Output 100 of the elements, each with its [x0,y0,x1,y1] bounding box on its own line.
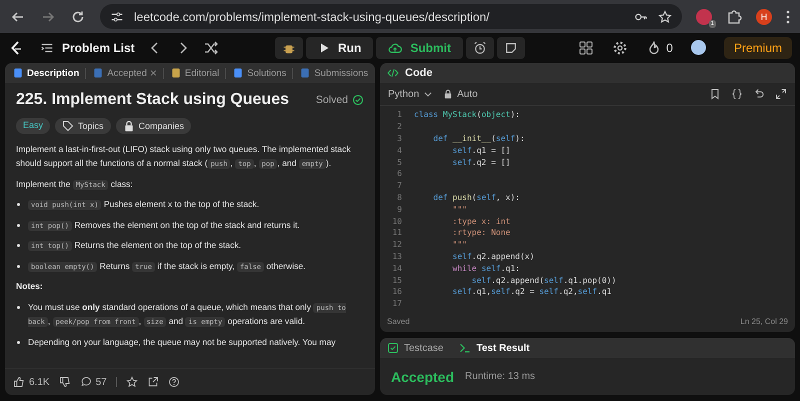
help-icon[interactable] [168,376,180,388]
line-number: 9 [396,204,403,214]
tab-icon [92,67,104,79]
panel-tab[interactable]: Solutions [232,67,286,79]
code-line: self.q1,self.q2 = self.q2,self.q1 [452,287,612,296]
cloud-upload-icon [388,40,402,54]
premium-button[interactable]: Premium [724,36,792,58]
line-number: 1 [396,110,403,120]
line-number: 3 [396,134,403,143]
line-number: 16 [391,287,403,296]
run-button[interactable]: Run [306,36,374,58]
code-panel-title: Code [405,67,432,79]
line-number: 4 [396,146,403,155]
solved-label: Solved [316,94,348,106]
code-line: """ [452,204,467,214]
auto-mode-button[interactable]: Auto [443,88,478,100]
code-line: class MyStack(object): [414,110,520,120]
problem-list-button[interactable]: Problem List [40,40,135,54]
panel-tab[interactable]: Description [12,67,80,79]
braces-icon[interactable] [731,88,743,100]
undo-icon[interactable] [753,88,765,100]
code-line: def __init__(self): [432,134,525,143]
lock-icon [443,89,454,99]
notes-heading: Notes: [16,280,44,294]
line-number: 7 [396,181,403,190]
runtime-text: Runtime: 13 ms [465,371,536,382]
shuffle-icon[interactable] [202,40,219,56]
line-number: 12 [391,240,403,250]
code-line: self.q2.append(self.q1.pop(0)) [470,276,616,285]
line-number: 5 [396,158,403,167]
panel-tab[interactable]: Editorial [170,67,220,79]
bullet-icon [17,224,20,227]
line-number: 11 [391,228,403,238]
tag-button[interactable]: Topics [55,118,111,134]
terminal-icon [459,342,472,354]
tag-icon [62,120,74,132]
notes-button[interactable] [497,36,525,58]
comments-button[interactable]: 57 [80,376,107,388]
check-circle-icon [352,94,364,106]
line-number: 6 [396,169,403,178]
code-line: self.q2 = [] [452,158,510,167]
thumbs-up-icon [13,376,25,388]
close-icon[interactable]: × [150,66,157,80]
debug-button[interactable] [275,36,303,58]
bookmark-icon[interactable] [709,88,721,100]
lock-icon [122,120,135,132]
like-button[interactable]: 6.1K [13,376,50,388]
expand-icon[interactable] [775,88,787,100]
code-line: :rtype: None [452,228,510,238]
reload-icon[interactable] [70,8,86,24]
puzzle-icon[interactable] [726,8,742,24]
line-number: 13 [391,252,403,261]
code-line: :type x: int [452,216,510,226]
star-icon[interactable] [658,10,672,24]
saved-status: Saved [387,316,410,326]
line-number: 15 [391,276,403,285]
result-tab[interactable]: Testcase [387,342,444,354]
share-icon[interactable] [146,376,159,388]
line-number: 10 [391,216,403,226]
code-line: self.q2.append(x) [452,252,534,261]
bullet-icon [17,203,20,206]
tag-button[interactable]: Companies [116,118,192,134]
difficulty-badge: Easy [16,118,50,134]
line-number: 8 [396,192,403,202]
site-settings-icon[interactable] [110,10,124,24]
tab-icon [232,67,244,79]
menu-icon[interactable] [786,8,790,24]
url-text: leetcode.com/problems/implement-stack-using-queues/description/ [134,10,490,24]
checkbox-icon [387,342,399,354]
verdict-text: Accepted [391,368,454,384]
panel-tab[interactable]: Submissions [299,67,368,79]
bullet-icon [17,244,20,248]
code-line: while self.q1: [452,264,520,273]
user-avatar[interactable] [690,40,706,55]
code-icon [387,67,399,79]
submit-button[interactable]: Submit [376,36,463,58]
tab-icon [170,67,182,79]
code-line: def push(self, x): [432,192,520,202]
bullet-icon [17,264,20,268]
thumbs-down-icon [58,376,71,388]
line-number: 17 [391,299,403,308]
play-icon [318,42,330,54]
result-tab[interactable]: Test Result [459,342,530,354]
line-number: 14 [391,264,403,273]
layout-grid-icon[interactable] [578,40,594,56]
speech-bubble-icon [80,376,92,388]
address-bar[interactable]: leetcode.com/problems/implement-stack-using-queues/description/ [100,4,682,29]
cursor-position: Ln 25, Col 29 [740,316,788,326]
language-dropdown[interactable]: Python [388,88,434,100]
star-icon[interactable] [126,376,138,388]
bullet-icon [17,306,20,309]
alarm-button[interactable] [466,36,494,58]
panel-tab[interactable]: Accepted × [92,66,157,80]
note-icon [504,40,518,54]
problem-title: 225. Implement Stack using Queues [16,91,289,109]
code-line: self.q1 = [] [452,146,510,155]
profile-avatar[interactable]: H [756,8,772,24]
settings-icon[interactable] [612,40,628,56]
dislike-button[interactable] [58,376,71,388]
list-item-text: Depending on your language, the queue may not be supported natively. You may [28,336,336,349]
